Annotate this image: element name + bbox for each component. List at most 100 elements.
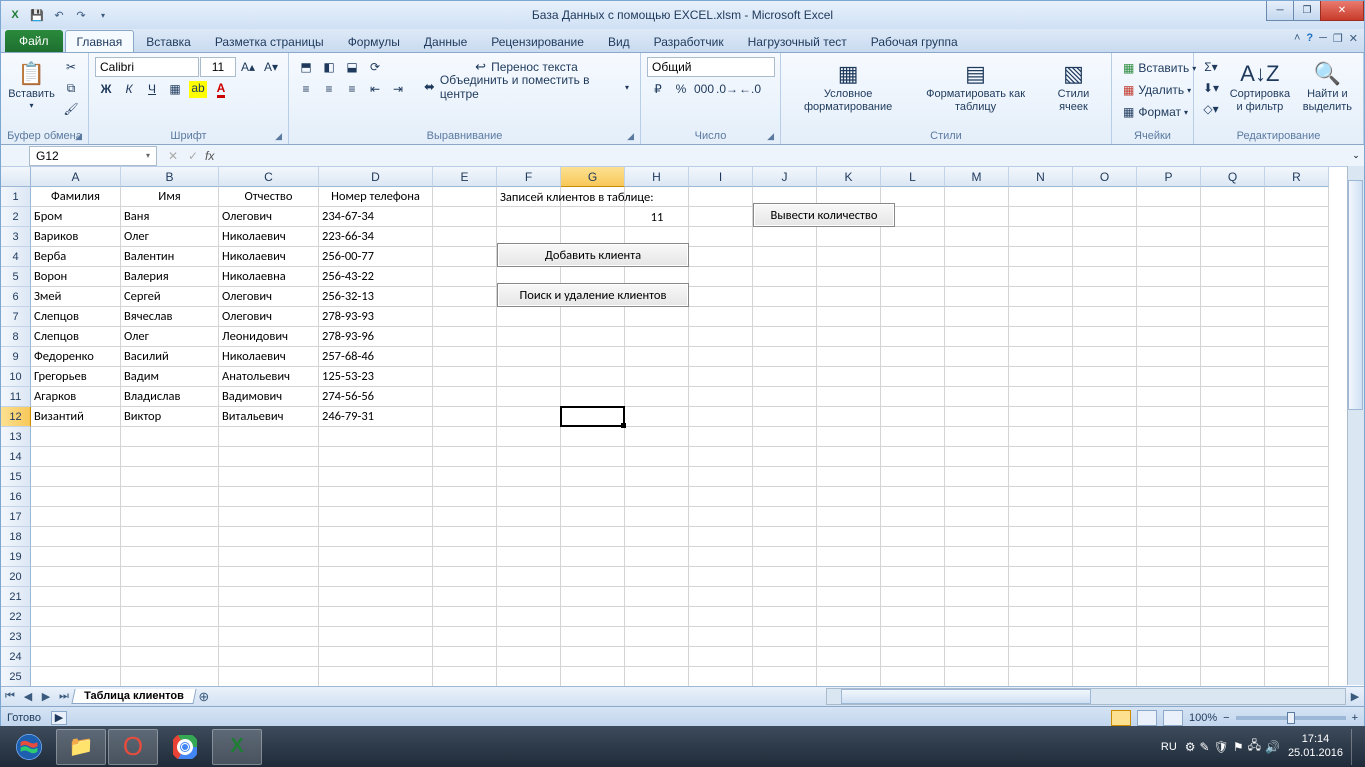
cell[interactable] — [1073, 287, 1137, 307]
borders-icon[interactable]: ▦ — [164, 79, 186, 99]
cell[interactable] — [1009, 667, 1073, 686]
cell[interactable] — [689, 647, 753, 667]
ribbon-tab-3[interactable]: Формулы — [336, 30, 412, 52]
cell[interactable] — [753, 427, 817, 447]
cell[interactable]: 125-53-23 — [319, 367, 433, 387]
cell[interactable] — [945, 247, 1009, 267]
cell[interactable]: Олегович — [219, 207, 319, 227]
cell[interactable] — [625, 627, 689, 647]
cell[interactable] — [1201, 187, 1265, 207]
cell[interactable] — [817, 327, 881, 347]
cell[interactable] — [121, 627, 219, 647]
cell[interactable] — [1073, 647, 1137, 667]
cell[interactable] — [219, 667, 319, 686]
cell[interactable]: 274-56-56 — [319, 387, 433, 407]
cell-styles-button[interactable]: ▧Стили ячеек — [1042, 57, 1105, 117]
cell[interactable] — [625, 347, 689, 367]
cell[interactable] — [219, 527, 319, 547]
cell[interactable]: 256-00-77 — [319, 247, 433, 267]
merge-center-button[interactable]: ⬌Объединить и поместить в центре▾ — [419, 79, 634, 99]
cell[interactable] — [1201, 327, 1265, 347]
cell[interactable] — [753, 487, 817, 507]
cell[interactable] — [561, 507, 625, 527]
column-header[interactable]: N — [1009, 167, 1073, 187]
show-count-button[interactable]: Вывести количество — [753, 203, 895, 227]
cell[interactable]: Фамилия — [31, 187, 121, 207]
cell[interactable] — [31, 447, 121, 467]
cell[interactable] — [625, 507, 689, 527]
cell[interactable] — [945, 507, 1009, 527]
cell[interactable] — [1265, 387, 1329, 407]
cell[interactable] — [497, 347, 561, 367]
conditional-formatting-button[interactable]: ▦Условное форматирование — [787, 57, 909, 117]
cell[interactable] — [121, 667, 219, 686]
cell[interactable] — [1265, 187, 1329, 207]
column-header[interactable]: O — [1073, 167, 1137, 187]
cell[interactable] — [817, 307, 881, 327]
cell[interactable]: Вадим — [121, 367, 219, 387]
row-header[interactable]: 8 — [1, 327, 31, 347]
cell[interactable] — [753, 527, 817, 547]
cell[interactable] — [753, 387, 817, 407]
column-header[interactable]: A — [31, 167, 121, 187]
cell[interactable] — [319, 647, 433, 667]
cell[interactable] — [625, 427, 689, 447]
cell[interactable] — [817, 427, 881, 447]
cell[interactable] — [1265, 407, 1329, 427]
cell[interactable]: Николаевич — [219, 247, 319, 267]
cell[interactable] — [497, 487, 561, 507]
cell[interactable] — [753, 447, 817, 467]
cell[interactable] — [561, 327, 625, 347]
cell[interactable] — [817, 627, 881, 647]
shrink-font-icon[interactable]: A▾ — [260, 57, 282, 77]
spreadsheet-grid[interactable]: ABCDEFGHIJKLMNOPQR 123456789101112131415… — [1, 167, 1364, 686]
cell[interactable] — [433, 447, 497, 467]
cell[interactable] — [497, 407, 561, 427]
qat-save-icon[interactable]: 💾 — [27, 5, 47, 25]
cell[interactable] — [433, 307, 497, 327]
cell[interactable] — [1073, 567, 1137, 587]
cell[interactable]: Федоренко — [31, 347, 121, 367]
cell[interactable]: Владислав — [121, 387, 219, 407]
cell[interactable] — [817, 227, 881, 247]
cell[interactable] — [881, 487, 945, 507]
cell[interactable] — [31, 467, 121, 487]
cell[interactable] — [433, 487, 497, 507]
cell[interactable] — [817, 347, 881, 367]
cell[interactable] — [1201, 487, 1265, 507]
cell[interactable] — [881, 467, 945, 487]
ribbon-minimize-icon[interactable]: ˄ — [1294, 32, 1300, 45]
cell[interactable] — [945, 387, 1009, 407]
cell[interactable] — [1265, 227, 1329, 247]
cell[interactable] — [1265, 347, 1329, 367]
cell[interactable] — [1265, 207, 1329, 227]
cell[interactable] — [497, 667, 561, 686]
v-scroll-thumb[interactable] — [1348, 180, 1363, 410]
cell[interactable]: Вячеслав — [121, 307, 219, 327]
cell[interactable] — [1009, 247, 1073, 267]
cell[interactable] — [319, 447, 433, 467]
cell[interactable] — [319, 427, 433, 447]
cell[interactable] — [689, 607, 753, 627]
cell[interactable] — [1009, 347, 1073, 367]
cell[interactable] — [497, 547, 561, 567]
cell[interactable] — [1009, 487, 1073, 507]
cell[interactable] — [881, 287, 945, 307]
cell[interactable] — [121, 587, 219, 607]
font-name-select[interactable] — [95, 57, 199, 77]
cell[interactable] — [881, 427, 945, 447]
cell[interactable] — [945, 547, 1009, 567]
cell[interactable] — [1201, 227, 1265, 247]
cell[interactable] — [1137, 307, 1201, 327]
sheet-nav-last-icon[interactable]: ⏭ — [55, 688, 73, 706]
cell[interactable] — [561, 587, 625, 607]
taskbar-lang[interactable]: RU — [1161, 741, 1177, 753]
cell[interactable] — [1073, 547, 1137, 567]
cell[interactable] — [497, 627, 561, 647]
cell[interactable] — [753, 507, 817, 527]
tray-icon[interactable]: ⚙ — [1185, 740, 1196, 754]
cell[interactable]: Николаевич — [219, 347, 319, 367]
cell[interactable] — [1073, 407, 1137, 427]
cell[interactable] — [497, 607, 561, 627]
zoom-slider[interactable] — [1236, 716, 1346, 720]
